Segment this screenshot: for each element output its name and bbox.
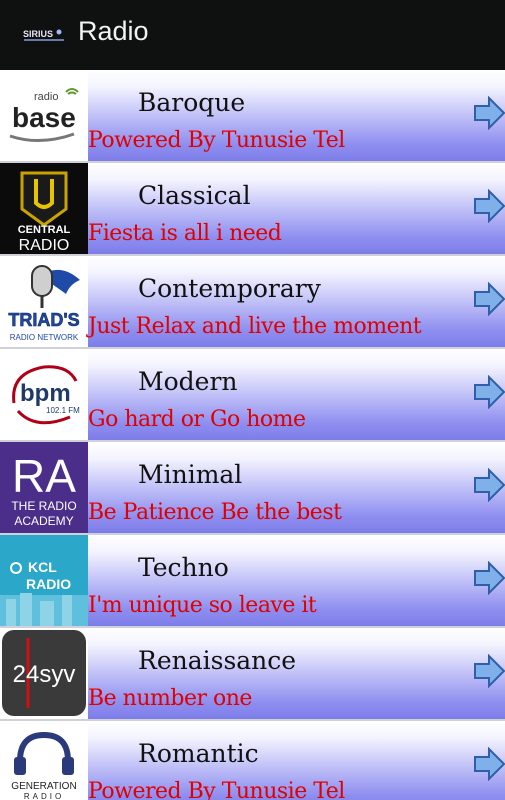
station-genre: Minimal [138, 460, 243, 489]
svg-text:102.1 FM: 102.1 FM [46, 406, 80, 415]
svg-text:TRIAD'S: TRIAD'S [8, 310, 79, 330]
station-tagline: Be Patience Be the best [88, 500, 342, 525]
arrow-right-icon[interactable] [473, 96, 505, 130]
station-row[interactable]: KCL RADIO Techno I'm unique so leave it [0, 535, 505, 628]
arrow-right-icon[interactable] [473, 654, 505, 688]
svg-text:RADIO: RADIO [24, 792, 64, 800]
station-row[interactable]: CENTRAL RADIO Classical Fiesta is all i … [0, 163, 505, 256]
app-title: Radio [78, 16, 149, 46]
station-tagline: Powered By Tunusie Tel [88, 779, 345, 800]
svg-text:ACADEMY: ACADEMY [14, 514, 73, 528]
station-tagline: Fiesta is all i need [88, 221, 282, 246]
station-row[interactable]: radio base Baroque Powered By Tunusie Te… [0, 70, 505, 163]
station-tagline: Just Relax and live the moment [88, 314, 422, 339]
svg-text:CENTRAL: CENTRAL [18, 224, 71, 236]
arrow-right-icon[interactable] [473, 561, 505, 595]
station-genre: Techno [138, 553, 229, 582]
station-row[interactable]: TRIAD'S RADIO NETWORK Contemporary Just … [0, 256, 505, 349]
station-tagline: Be number one [88, 686, 252, 711]
station-tagline: Go hard or Go home [88, 407, 306, 432]
triads-logo-icon: TRIAD'S RADIO NETWORK [0, 256, 88, 347]
svg-text:base: base [12, 102, 76, 133]
kcl-radio-logo-icon: KCL RADIO [0, 535, 88, 626]
svg-text:bpm: bpm [20, 380, 71, 407]
station-genre: Modern [138, 367, 238, 396]
svg-text:RADIO: RADIO [19, 237, 70, 254]
station-list[interactable]: radio base Baroque Powered By Tunusie Te… [0, 70, 505, 800]
svg-text:THE RADIO: THE RADIO [11, 499, 76, 513]
arrow-right-icon[interactable] [473, 468, 505, 502]
svg-text:SIRIUS: SIRIUS [23, 29, 53, 39]
svg-text:24syv: 24syv [13, 661, 76, 688]
svg-text:GENERATION: GENERATION [11, 781, 76, 792]
station-row[interactable]: bpm 102.1 FM Modern Go hard or Go home [0, 349, 505, 442]
radio-base-logo-icon: radio base [0, 70, 88, 161]
station-genre: Renaissance [138, 646, 297, 675]
bpm-logo-icon: bpm 102.1 FM [0, 349, 88, 440]
arrow-right-icon[interactable] [473, 282, 505, 316]
station-genre: Romantic [138, 739, 259, 768]
arrow-right-icon[interactable] [473, 189, 505, 223]
station-tagline: Powered By Tunusie Tel [88, 128, 345, 153]
station-row[interactable]: 24syv Renaissance Be number one [0, 628, 505, 721]
action-bar: SIRIUS Radio [0, 0, 505, 70]
24syv-logo-icon: 24syv [0, 628, 88, 719]
station-genre: Classical [138, 181, 251, 210]
arrow-right-icon[interactable] [473, 747, 505, 781]
central-radio-logo-icon: CENTRAL RADIO [0, 163, 88, 254]
svg-text:RADIO NETWORK: RADIO NETWORK [10, 333, 79, 342]
svg-text:KCL: KCL [28, 559, 57, 575]
station-tagline: I'm unique so leave it [88, 593, 317, 618]
generation-radio-logo-icon: GENERATION RADIO [0, 721, 88, 800]
radio-academy-logo-icon: RA THE RADIO ACADEMY [0, 442, 88, 533]
station-genre: Baroque [138, 88, 246, 117]
station-row[interactable]: GENERATION RADIO Romantic Powered By Tun… [0, 721, 505, 800]
svg-text:RA: RA [12, 450, 76, 502]
sirius-logo-icon[interactable]: SIRIUS [22, 24, 68, 46]
station-row[interactable]: RA THE RADIO ACADEMY Minimal Be Patience… [0, 442, 505, 535]
arrow-right-icon[interactable] [473, 375, 505, 409]
station-genre: Contemporary [138, 274, 321, 303]
svg-text:RADIO: RADIO [26, 576, 71, 592]
